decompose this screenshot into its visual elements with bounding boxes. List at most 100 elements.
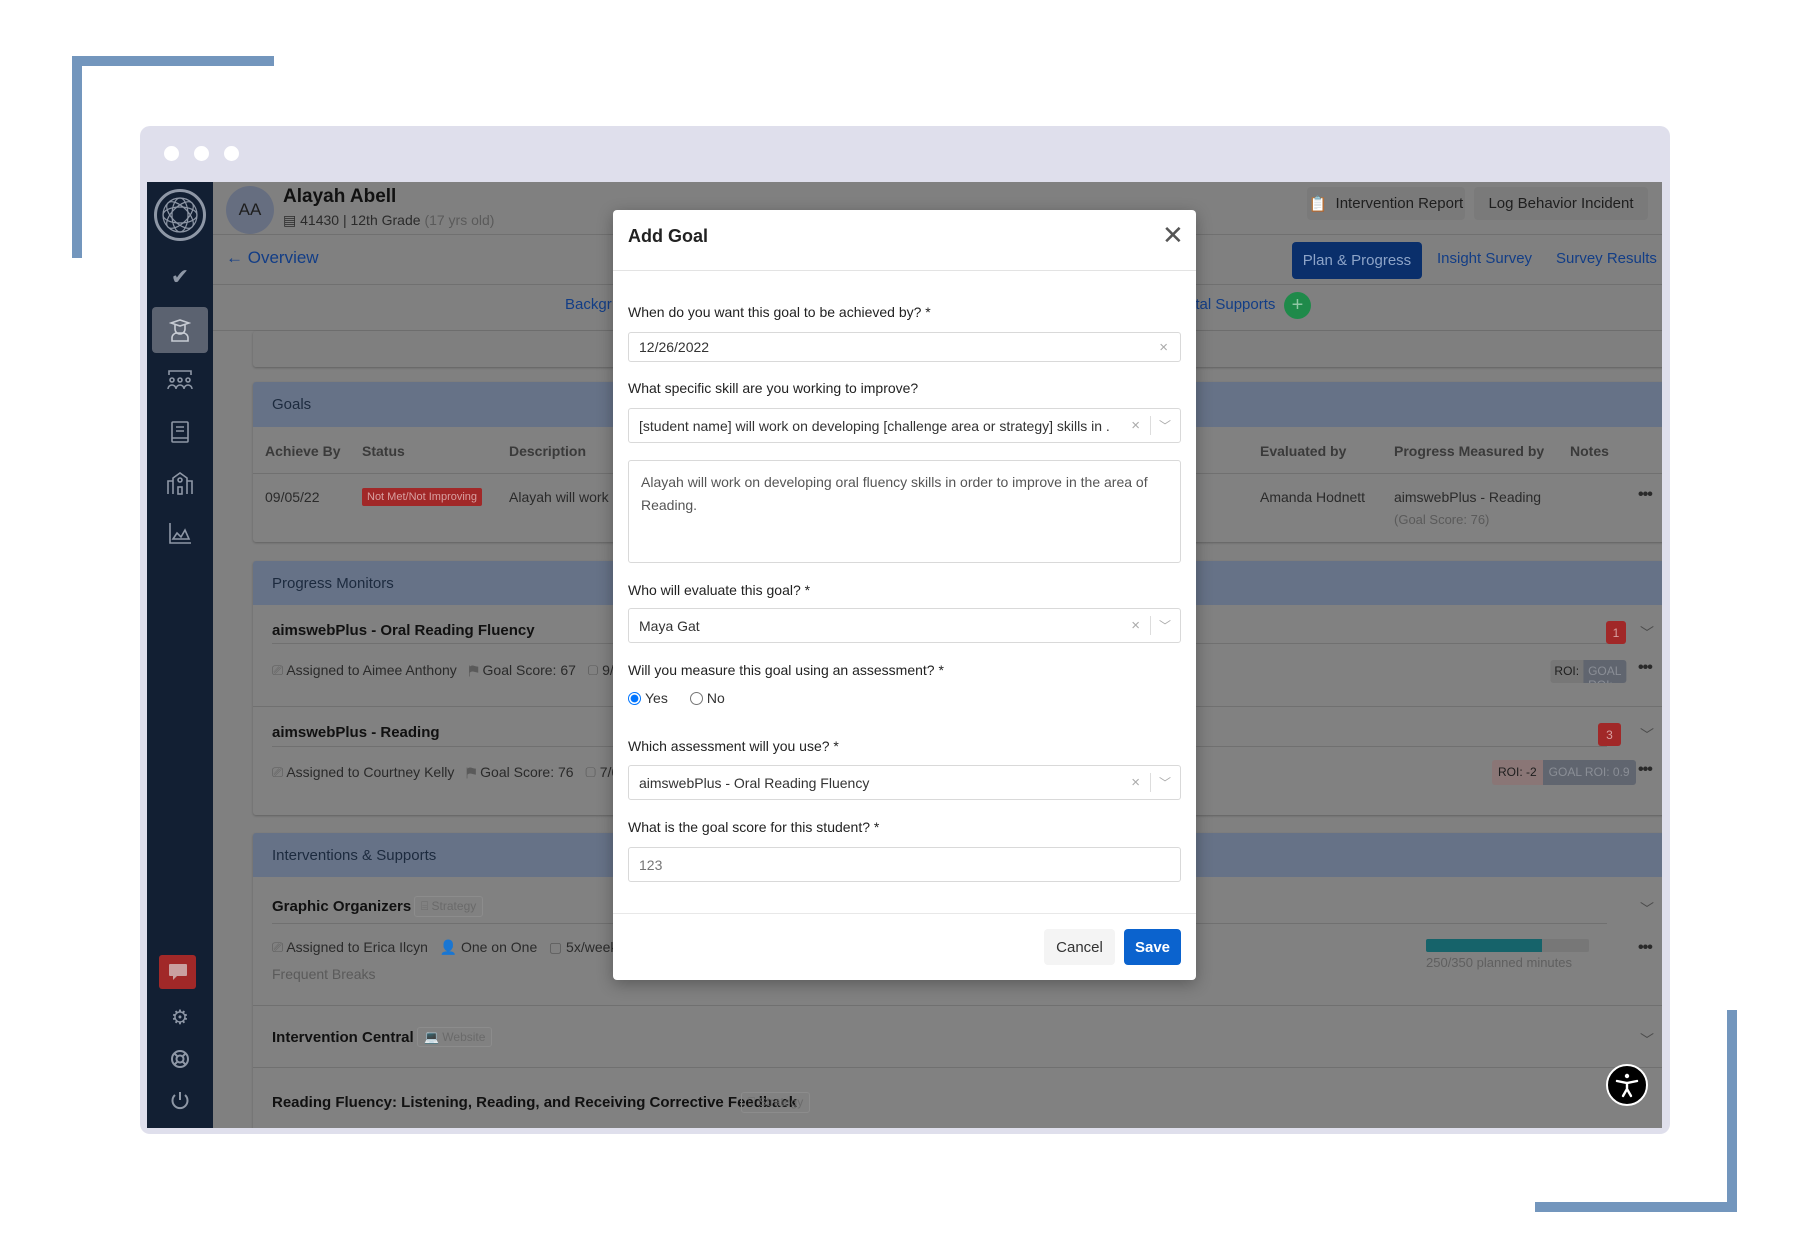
chevron-down-icon[interactable]: ﹀ [1159, 417, 1171, 434]
subtab-background[interactable]: Backgr [565, 296, 612, 313]
goal-measured-by: aimswebPlus - Reading [1394, 489, 1542, 505]
description-textarea[interactable]: Alayah will work on developing oral flue… [628, 460, 1181, 563]
decor-bracket-right [1727, 1010, 1737, 1212]
close-icon[interactable]: ✕ [1162, 220, 1184, 251]
avatar: AA [226, 186, 274, 234]
goals-title: Goals [272, 396, 312, 413]
log-behavior-button[interactable]: Log Behavior Incident [1474, 187, 1648, 220]
intervention-title[interactable]: Graphic Organizers [272, 898, 411, 915]
add-plus-button[interactable]: + [1284, 292, 1311, 319]
minutes-progress-bar [1426, 939, 1589, 952]
interventions-title: Interventions & Supports [272, 846, 437, 864]
chevron-down-icon[interactable]: ﹀ [1159, 774, 1171, 791]
strategy-icon: ⌸ [421, 899, 429, 913]
add-goal-modal: Add Goal ✕ When do you want this goal to… [613, 210, 1196, 980]
clear-icon[interactable]: × [1131, 417, 1140, 434]
chevron-down-icon[interactable]: ﹀ [1640, 1030, 1654, 1050]
person-icon: 👤 [439, 939, 458, 955]
decor-bracket-top [72, 56, 274, 66]
website-tag: 💻 Website [417, 1027, 493, 1047]
log-behavior-label: Log Behavior Incident [1488, 195, 1634, 212]
divider [253, 1005, 1662, 1006]
more-options-icon[interactable]: ••• [1638, 761, 1653, 779]
clear-icon[interactable]: × [1131, 617, 1140, 634]
window-dot [194, 146, 209, 161]
yes-label: Yes [645, 690, 668, 706]
goal-roi-value: GOAL ROI: - [1583, 660, 1626, 683]
subtab-supports[interactable]: ntal Supports [1187, 296, 1275, 313]
intervention-title[interactable]: Reading Fluency: Listening, Reading, and… [272, 1094, 797, 1111]
date-value: 12/26/2022 [639, 339, 710, 355]
yes-radio[interactable] [628, 691, 641, 705]
school-icon[interactable] [147, 460, 213, 506]
roi-tag: ROI: - GOAL ROI: - [1550, 660, 1626, 683]
tab-plan-progress[interactable]: Plan & Progress [1292, 242, 1422, 279]
decor-bracket-bottom [1535, 1202, 1737, 1212]
skill-value: [student name] will work on developing [… [639, 417, 1109, 434]
intervention-report-button[interactable]: 📋 Intervention Report [1307, 187, 1465, 220]
intervention-title[interactable]: Intervention Central [272, 1029, 414, 1046]
power-icon[interactable] [147, 1078, 213, 1124]
clear-icon[interactable]: × [1131, 774, 1140, 791]
more-options-icon[interactable]: ••• [1638, 659, 1653, 677]
int-mode: One on One [460, 939, 538, 955]
tag-label: Strategy [431, 899, 477, 913]
skill-select[interactable]: [student name] will work on developing [… [628, 408, 1181, 443]
clear-icon[interactable]: × [1159, 339, 1168, 356]
gear-icon[interactable]: ⚙ [147, 994, 213, 1040]
chat-button[interactable] [159, 955, 196, 989]
int-freq: 5x/week [566, 939, 618, 955]
date-input[interactable]: 12/26/2022 × [628, 332, 1181, 362]
divider [253, 1067, 1662, 1068]
no-radio[interactable] [689, 691, 703, 705]
pm-item-title[interactable]: aimswebPlus - Reading [272, 724, 440, 741]
intervention-meta: ⎚ Assigned to Erica Ilcyn 👤 One on One ▢… [272, 939, 617, 956]
checklist-icon[interactable]: ✔ [147, 254, 213, 300]
count-badge: 1 [1606, 621, 1626, 644]
chart-icon[interactable] [147, 510, 213, 556]
more-options-icon[interactable]: ••• [1638, 939, 1653, 957]
cancel-button[interactable]: Cancel [1044, 929, 1115, 965]
which-assessment-label: Which assessment will you use? * [628, 738, 839, 754]
book-icon[interactable] [147, 409, 213, 455]
pm-item-meta: ⎚ Assigned to Aimee Anthony ⚑ Goal Score… [272, 662, 629, 679]
laptop-icon: 💻 [424, 1030, 439, 1044]
back-overview-link[interactable]: ← Overview [226, 248, 319, 268]
pm-item-title[interactable]: aimswebPlus - Oral Reading Fluency [272, 622, 535, 639]
tab-insight-survey[interactable]: Insight Survey [1437, 250, 1532, 267]
pm-title: Progress Monitors [272, 574, 394, 592]
clipboard-icon: 📋 [1308, 195, 1328, 213]
assessment-select[interactable]: aimswebPlus - Oral Reading Fluency × ﹀ [628, 765, 1181, 800]
no-label: No [706, 690, 725, 706]
goal-score-input[interactable] [628, 847, 1181, 882]
roi-value: ROI: - [1550, 660, 1584, 683]
window-dot [164, 146, 179, 161]
lifebuoy-icon[interactable] [147, 1036, 213, 1082]
student-age: (17 yrs old) [424, 212, 495, 228]
logo-icon [154, 189, 206, 241]
student-name: Alayah Abell [283, 186, 397, 207]
description-value: Alayah will work on developing oral flue… [641, 474, 1148, 513]
calendar-icon: ▢ [585, 764, 596, 780]
evaluator-select[interactable]: Maya Gat × ﹀ [628, 608, 1181, 643]
assign-icon: ⎚ [272, 939, 284, 955]
chevron-down-icon[interactable]: ﹀ [1640, 899, 1654, 919]
strategy-icon: ⌸ [748, 1095, 756, 1109]
assessment-value: aimswebPlus - Oral Reading Fluency [639, 774, 870, 791]
save-button[interactable]: Save [1124, 929, 1181, 965]
col-evaluated-by: Evaluated by [1260, 443, 1347, 459]
select-separator [1150, 416, 1151, 435]
chevron-down-icon[interactable]: ﹀ [1640, 725, 1654, 745]
group-icon[interactable] [147, 357, 213, 403]
pm-assigned: Assigned to Aimee Anthony [286, 662, 457, 678]
chevron-down-icon[interactable]: ﹀ [1159, 617, 1171, 634]
pm-assigned: Assigned to Courtney Kelly [286, 764, 455, 780]
more-options-icon[interactable]: ••• [1638, 486, 1653, 504]
student-icon[interactable] [152, 307, 208, 353]
chevron-down-icon[interactable]: ﹀ [1640, 623, 1654, 643]
flag-icon: ⚑ [466, 764, 477, 780]
tab-survey-results[interactable]: Survey Results [1556, 250, 1657, 267]
accessibility-button[interactable] [1606, 1064, 1648, 1106]
assessment-radio-group: Yes No [628, 690, 725, 706]
pm-goal-score: Goal Score: 67 [482, 662, 576, 678]
